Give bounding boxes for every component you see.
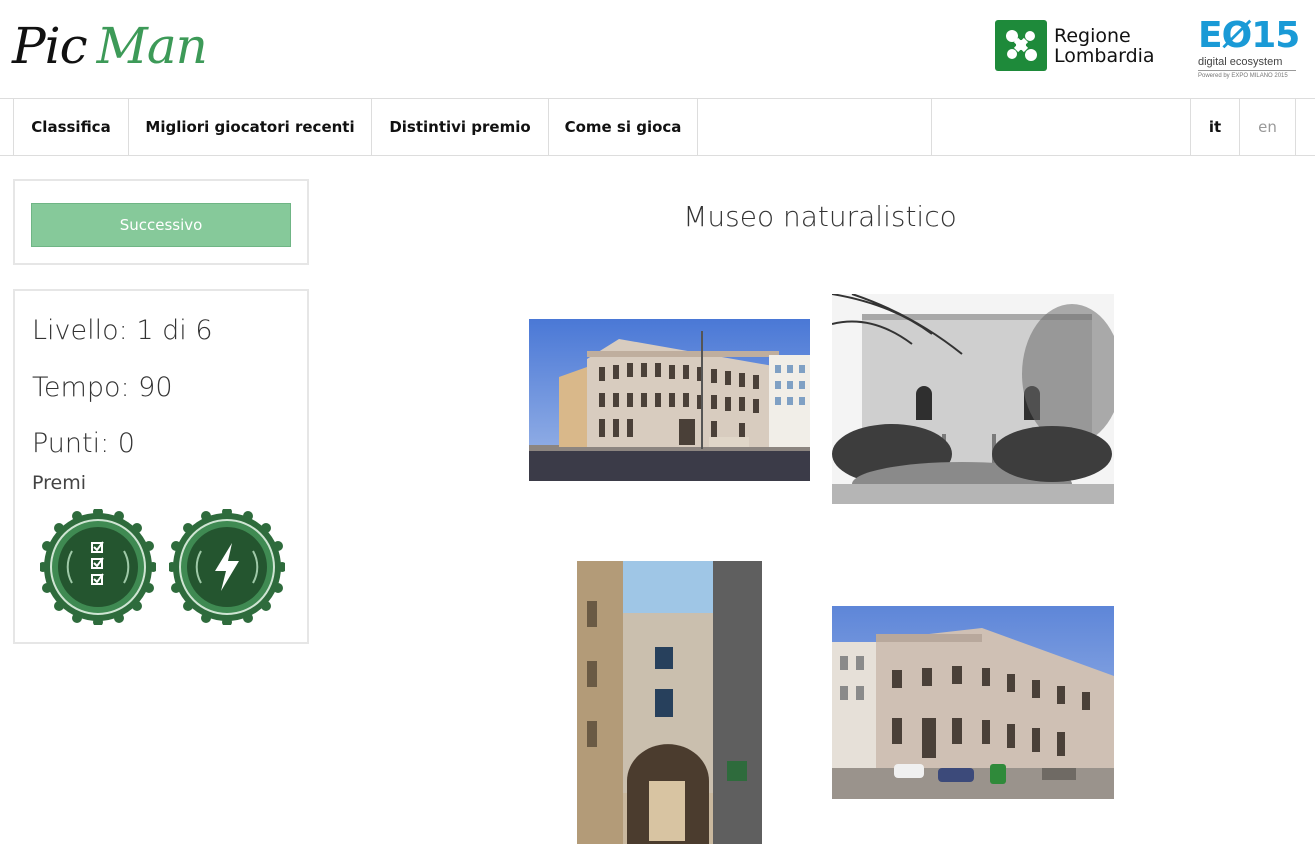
- regione-line1: Regione: [1054, 24, 1131, 47]
- photo-option-palazzo[interactable]: [529, 319, 810, 481]
- picman-logo[interactable]: Pic Man: [12, 17, 208, 75]
- e015-powered: Powered by EXPO MILANO 2015: [1198, 73, 1288, 79]
- time-text: Tempo: 90: [32, 372, 173, 403]
- stats-panel: Livello: 1 di 6 Tempo: 90 Punti: 0 Premi: [13, 289, 309, 644]
- checklist-badge-icon[interactable]: [38, 507, 158, 627]
- regione-mark-icon: [995, 20, 1047, 71]
- nav-divider: [931, 99, 932, 155]
- nav-item-classifica[interactable]: Classifica: [13, 99, 128, 155]
- main-nav: Classifica Migliori giocatori recenti Di…: [0, 99, 1315, 156]
- nav-item-come-si-gioca[interactable]: Come si gioca: [548, 99, 697, 155]
- lang-it-link[interactable]: it: [1190, 99, 1239, 155]
- photo-option-corner-building[interactable]: [832, 606, 1114, 799]
- regione-lombardia-logo[interactable]: Regione Lombardia: [995, 20, 1155, 71]
- next-button[interactable]: Successivo: [31, 203, 291, 247]
- photo-option-villa-garden[interactable]: [832, 294, 1114, 504]
- e015-logo[interactable]: EØ15 digital ecosystem Powered by EXPO M…: [1198, 15, 1300, 81]
- regione-text: Regione Lombardia: [1054, 26, 1155, 66]
- nav-item-migliori-giocatori[interactable]: Migliori giocatori recenti: [128, 99, 371, 155]
- nav-item-distintivi[interactable]: Distintivi premio: [371, 99, 548, 155]
- lightning-badge-icon[interactable]: [167, 507, 287, 627]
- site-header: Pic Man Regione Lombardia EØ15 digital e…: [0, 0, 1315, 99]
- awards-label: Premi: [32, 472, 86, 494]
- regione-line2: Lombardia: [1054, 44, 1155, 67]
- next-panel: Successivo: [13, 179, 309, 265]
- question-title: Museo naturalistico: [683, 200, 957, 233]
- e015-subtitle: digital ecosystem: [1198, 56, 1296, 71]
- nav-divider: [697, 99, 698, 155]
- e015-title: EØ15: [1198, 15, 1300, 56]
- lang-en-link[interactable]: en: [1239, 99, 1295, 155]
- photo-option-arch-street[interactable]: [577, 561, 762, 844]
- points-text: Punti: 0: [32, 428, 135, 459]
- logo-man-text: Man: [96, 17, 208, 75]
- logo-pic-text: Pic: [12, 17, 88, 75]
- level-text: Livello: 1 di 6: [32, 315, 213, 346]
- nav-divider: [1295, 99, 1296, 155]
